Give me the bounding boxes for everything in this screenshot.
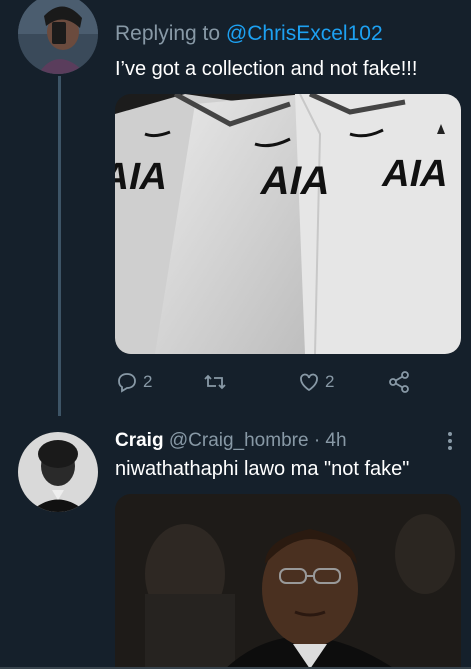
more-icon — [440, 432, 460, 450]
tweet-timestamp[interactable]: · 4h — [314, 430, 347, 451]
author-handle[interactable]: @Craig_hombre — [169, 430, 309, 451]
like-count: 2 — [325, 372, 335, 391]
tweet-image-portrait[interactable] — [115, 494, 461, 669]
more-options-button[interactable] — [440, 430, 460, 452]
like-button[interactable]: 2 — [297, 370, 334, 394]
replying-to-line: Replying to @ChrisExcel102 — [115, 22, 383, 46]
thread-connector-line — [58, 76, 61, 416]
tweet-text: I’ve got a collection and not fake!!! — [115, 58, 418, 80]
retweet-icon — [204, 374, 226, 390]
like-icon — [300, 373, 318, 392]
tweet-text: niwathathaphi lawo ma "not fake" — [115, 458, 410, 480]
avatar[interactable] — [18, 0, 98, 74]
reply-icon — [118, 373, 136, 393]
tweet-actions: 2 2 — [115, 370, 461, 398]
tweet-image-jerseys[interactable]: AIA AIA AIA — [115, 94, 461, 354]
reply-button[interactable]: 2 — [115, 370, 152, 394]
retweet-button[interactable] — [203, 370, 227, 394]
author-name[interactable]: Craig — [115, 430, 164, 451]
share-button[interactable] — [387, 370, 411, 394]
jersey-sponsor-text: AIA — [257, 157, 336, 202]
jersey-sponsor-text: AIA — [115, 155, 172, 198]
avatar[interactable] — [18, 432, 98, 512]
reply-handle-link[interactable]: @ChrisExcel102 — [226, 22, 383, 45]
tweet-author-line: Craig @Craig_hombre · 4h — [115, 430, 347, 452]
reply-count: 2 — [143, 372, 153, 391]
share-icon — [389, 371, 409, 393]
jersey-sponsor-text: AIA — [379, 152, 453, 195]
replying-to-label: Replying to — [115, 22, 221, 45]
